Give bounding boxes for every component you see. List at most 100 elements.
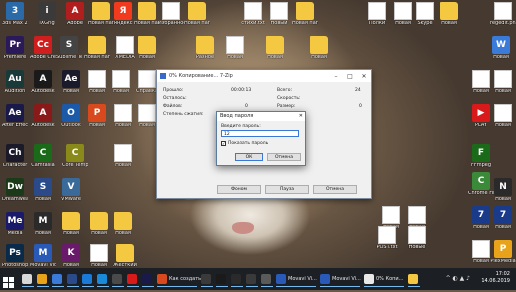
desktop-icon[interactable]: O Outlook — [58, 104, 84, 129]
sevenzip-titlebar[interactable]: 0% Копирование... 7-Zip – □ ✕ — [157, 70, 371, 82]
desktop-icon[interactable]: DwDreamweaver — [2, 178, 28, 203]
desktop-icon[interactable]: 7 Новая — [490, 206, 516, 231]
desktop-icon[interactable]: CcAdobe Create — [30, 36, 56, 61]
cancel-button[interactable]: Отмена — [313, 185, 357, 194]
desktop-icon[interactable]: Я Яндекс — [110, 2, 136, 27]
desktop-icon[interactable]: V VMware — [58, 178, 84, 203]
desktop-icon[interactable]: Новая папка — [134, 2, 160, 27]
desktop-icon[interactable]: Новый — [266, 2, 292, 27]
taskbar-item[interactable] — [37, 271, 49, 287]
taskbar-item[interactable]: Как создать — [157, 271, 201, 287]
close-icon[interactable]: ✕ — [357, 70, 371, 82]
desktop-icon[interactable]: M Новая — [30, 212, 56, 237]
desktop-icon[interactable]: Новая — [58, 212, 84, 237]
desktop-icon[interactable]: Новая — [84, 70, 110, 95]
desktop-icon[interactable]: Новая папка — [184, 2, 210, 27]
tray-icons[interactable]: ^ ◐ ▲ ♪ — [446, 275, 470, 282]
desktop-icon[interactable]: N Новая — [490, 178, 516, 203]
desktop-icon[interactable]: A Autodesk — [30, 70, 56, 95]
desktop-icon-label: iXGrig — [39, 21, 55, 26]
desktop-icon[interactable]: Новая — [110, 144, 136, 169]
taskbar-item[interactable] — [52, 271, 64, 287]
desktop-icon[interactable]: Skype — [412, 2, 438, 27]
desktop-icon[interactable]: SSublime Text — [56, 36, 82, 61]
maximize-icon[interactable]: □ — [343, 70, 357, 82]
desktop-icon[interactable]: S Новая — [30, 178, 56, 203]
taskbar-item[interactable] — [127, 271, 139, 287]
taskbar-item[interactable] — [246, 271, 258, 287]
file-icon — [494, 70, 512, 88]
taskbar-item[interactable] — [142, 271, 154, 287]
desktop-icon[interactable]: Новая — [222, 36, 248, 61]
taskbar-item[interactable] — [201, 271, 213, 287]
desktop-icon[interactable]: Новая — [436, 2, 462, 27]
desktop-icon[interactable]: C Camtasia — [30, 144, 56, 169]
desktop-icon[interactable]: Новая — [490, 70, 516, 95]
desktop-icon[interactable]: regedit.png — [490, 2, 516, 27]
taskbar-item[interactable] — [67, 271, 79, 287]
desktop-icon[interactable]: Pr Premiere — [2, 36, 28, 61]
close-icon[interactable]: ✕ — [299, 112, 303, 121]
pause-button[interactable]: Пауза — [265, 185, 309, 194]
desktop-icon[interactable]: C Core Temp — [62, 144, 88, 169]
taskbar-item[interactable] — [408, 271, 420, 287]
taskbar-clock[interactable]: 17:02 14.06.2019 — [481, 271, 510, 285]
show-password-checkbox[interactable]: ✓ — [221, 141, 226, 146]
desktop-icon[interactable]: W Новая — [488, 36, 514, 61]
desktop-icon[interactable]: AeAfter Effects — [2, 104, 28, 129]
taskbar-item[interactable] — [22, 271, 34, 287]
desktop-icon[interactable]: A Autodesk — [30, 104, 56, 129]
desktop-icon-label: Новая — [63, 89, 79, 94]
taskbar-item[interactable] — [82, 271, 94, 287]
desktop-icon[interactable]: A Adobe — [62, 2, 88, 27]
taskbar-item[interactable] — [112, 271, 124, 287]
desktop-icon[interactable]: Ps Photoshop — [2, 244, 28, 269]
desktop-icon[interactable]: F FFmpeg — [468, 144, 494, 169]
minimize-icon[interactable]: – — [329, 70, 343, 82]
desktop-icon[interactable]: Избранное — [158, 2, 184, 27]
background-button[interactable]: Фоном — [217, 185, 261, 194]
taskbar-item[interactable] — [231, 271, 243, 287]
desktop-icon[interactable]: i iXGrig — [34, 2, 60, 27]
password-dialog-titlebar[interactable]: Ввод пароля ✕ — [217, 112, 305, 121]
desktop-icon[interactable]: K Новая — [58, 244, 84, 269]
taskbar-item[interactable]: 0% Копи... — [364, 271, 404, 287]
desktop-icon[interactable]: Новая — [134, 36, 160, 61]
desktop-icon[interactable]: Новая — [110, 212, 136, 237]
desktop-icon[interactable]: P PlexMedia — [490, 240, 516, 265]
app-icon: Ae — [6, 104, 24, 122]
taskbar-item[interactable]: Movavi Vi... — [320, 271, 361, 287]
desktop-icon[interactable]: стихи.txt — [240, 2, 266, 27]
desktop-icon[interactable]: Новая — [262, 36, 288, 61]
ok-button[interactable]: ОК — [235, 153, 263, 161]
taskbar-item[interactable]: Movavi Vi... — [276, 271, 317, 287]
desktop-icon[interactable]: P Новая — [84, 104, 110, 129]
desktop-icon[interactable]: Me Media — [2, 212, 28, 237]
desktop-icon[interactable]: Новая — [86, 244, 112, 269]
desktop-icon[interactable]: POST.txt — [374, 226, 400, 251]
file-icon — [90, 244, 108, 262]
desktop-icon[interactable]: Жесткий — [112, 244, 138, 269]
start-windows-icon[interactable] — [3, 273, 14, 288]
desktop-icon[interactable]: MMovavi Video Suite — [30, 244, 56, 269]
taskbar-item[interactable] — [216, 271, 228, 287]
desktop-icon[interactable]: Новая — [108, 70, 134, 95]
desktop-icon[interactable]: Новая папка — [84, 36, 110, 61]
desktop-icon[interactable]: Новая папка — [292, 2, 318, 27]
desktop-icon[interactable]: Новые — [404, 226, 430, 251]
password-input[interactable]: 12 — [221, 130, 299, 137]
password-dialog[interactable]: Ввод пароля ✕ Введите пароль: 12 ✓ Показ… — [216, 111, 306, 166]
desktop-icon[interactable]: Ch Character — [2, 144, 28, 169]
desktop-icon[interactable]: Разное — [192, 36, 218, 61]
password-cancel-button[interactable]: Отмена — [267, 153, 301, 161]
desktop-icon[interactable]: Новая — [490, 104, 516, 129]
desktop-icon[interactable]: Ae Новая — [58, 70, 84, 95]
desktop-icon[interactable]: 33ds Max 2016 — [2, 2, 28, 27]
taskbar-item[interactable] — [261, 271, 273, 287]
taskbar-item[interactable] — [97, 271, 109, 287]
desktop-icon[interactable]: Новая — [86, 212, 112, 237]
desktop-icon[interactable]: Новая — [306, 36, 332, 61]
desktop-icon[interactable]: Новая — [110, 104, 136, 129]
desktop-icon[interactable]: Полки — [364, 2, 390, 27]
desktop-icon[interactable]: Au Audition — [2, 70, 28, 95]
